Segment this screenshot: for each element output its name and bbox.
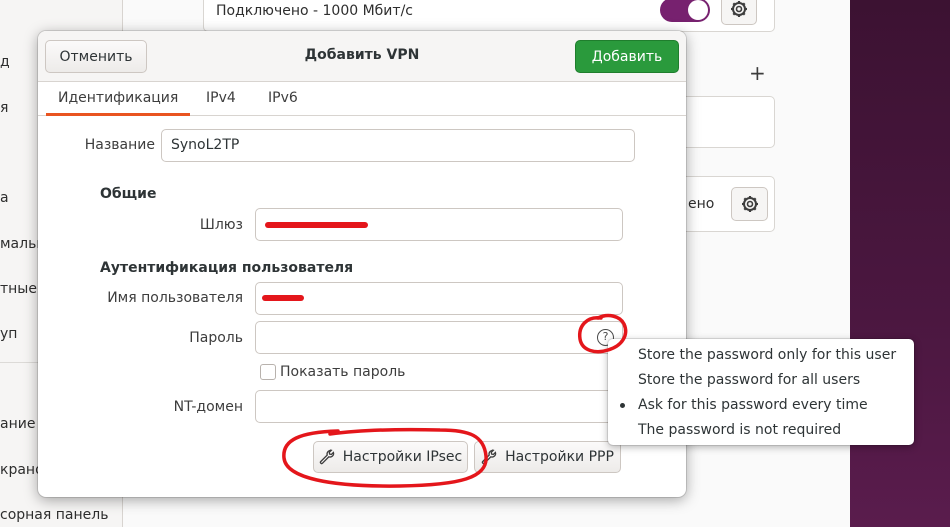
ppp-settings-label: Настройки PPP — [505, 449, 614, 465]
auth-heading: Аутентификация пользователя — [100, 260, 354, 276]
name-input[interactable]: SynoL2TP — [161, 129, 635, 162]
name-label: Название — [84, 137, 155, 153]
selected-radio-dot-icon — [620, 403, 625, 408]
menu-item-not-required[interactable]: The password is not required — [638, 422, 841, 438]
ipsec-settings-label: Настройки IPsec — [342, 449, 463, 465]
sidebar-item[interactable]: а — [0, 190, 9, 206]
username-input[interactable] — [255, 282, 623, 315]
connection-status-text: Подключено - 1000 Мбит/с — [216, 3, 413, 19]
sidebar-item[interactable]: сорная панель — [0, 507, 108, 523]
add-vpn-dialog: Отменить Добавить VPN Добавить Идентифик… — [38, 31, 686, 497]
menu-item-store-all-users[interactable]: Store the password for all users — [638, 372, 860, 388]
sidebar-item[interactable]: тные — [0, 281, 37, 297]
general-heading: Общие — [100, 186, 157, 202]
gear-icon[interactable] — [721, 0, 757, 25]
wired-connection-card: Подключено - 1000 Мбит/с — [203, 0, 775, 32]
proxy-status-text: ено — [688, 196, 715, 212]
redaction-mark — [265, 222, 368, 228]
show-password-checkbox[interactable] — [260, 364, 276, 380]
gateway-label: Шлюз — [199, 217, 243, 233]
menu-item-ask-every-time[interactable]: Ask for this password every time — [638, 397, 868, 413]
ntdomain-label: NT-домен — [173, 399, 243, 415]
tab-ipv4[interactable]: IPv4 — [194, 82, 248, 116]
sidebar-item[interactable]: д — [0, 54, 10, 70]
sidebar-item[interactable]: уп — [0, 326, 17, 342]
tab-identity[interactable]: Идентификация — [46, 82, 191, 116]
wrench-icon — [319, 449, 334, 465]
dialog-headerbar: Отменить Добавить VPN Добавить — [38, 31, 686, 82]
add-button[interactable]: Добавить — [575, 40, 679, 73]
tab-ipv6[interactable]: IPv6 — [256, 82, 310, 116]
wrench-icon — [481, 449, 497, 465]
password-storage-menu: Store the password only for this user St… — [608, 339, 914, 445]
gateway-input[interactable] — [255, 208, 623, 241]
password-input[interactable] — [255, 321, 623, 354]
ntdomain-input[interactable] — [255, 390, 623, 423]
tab-bar: Идентификация IPv4 IPv6 — [38, 82, 686, 116]
username-label: Имя пользователя — [107, 290, 243, 306]
ppp-settings-button[interactable]: Настройки PPP — [474, 441, 621, 473]
sidebar-item[interactable]: я — [0, 100, 8, 116]
password-label: Пароль — [189, 330, 243, 346]
menu-item-store-this-user[interactable]: Store the password only for this user — [638, 347, 896, 363]
connection-toggle[interactable] — [660, 0, 710, 22]
gear-icon[interactable] — [731, 187, 768, 221]
sidebar-item[interactable]: ание — [0, 416, 35, 432]
ipsec-settings-button[interactable]: Настройки IPsec — [313, 441, 468, 473]
redaction-mark — [262, 295, 304, 301]
desktop-background — [850, 0, 950, 527]
show-password-label[interactable]: Показать пароль — [280, 364, 405, 380]
add-vpn-plus-icon[interactable]: + — [749, 61, 766, 85]
